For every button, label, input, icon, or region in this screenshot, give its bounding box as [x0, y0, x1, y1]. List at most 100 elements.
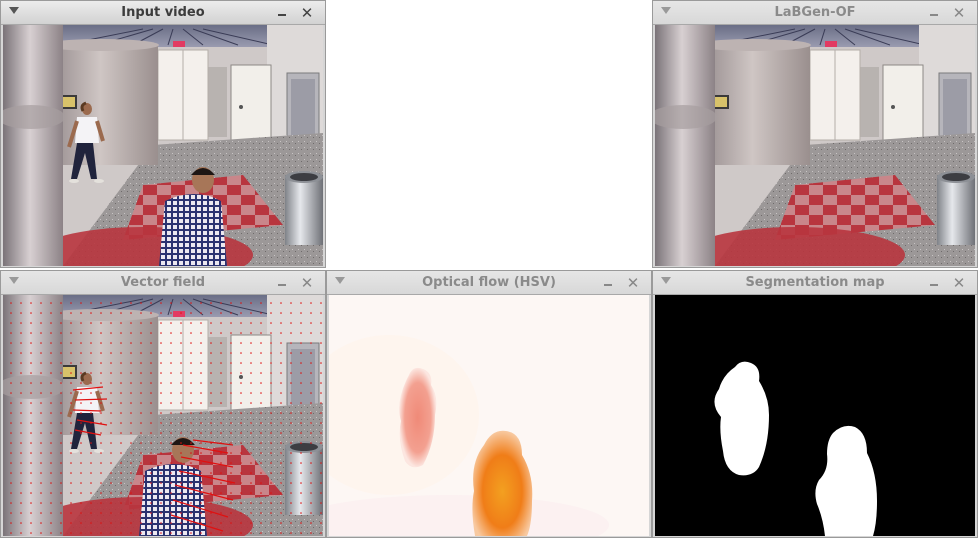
vector-dot: [20, 522, 22, 524]
vector-dot: [160, 302, 162, 304]
vector-dot: [50, 352, 52, 354]
vector-dot: [70, 312, 72, 314]
vector-dot: [260, 322, 262, 324]
vector-dot: [20, 352, 22, 354]
close-icon[interactable]: ✕: [299, 275, 315, 291]
vector-dot: [50, 412, 52, 414]
vector-dot: [310, 472, 312, 474]
titlebar[interactable]: Vector field ✕: [1, 271, 325, 295]
titlebar[interactable]: Optical flow (HSV) ✕: [327, 271, 651, 295]
vector-dot: [250, 452, 252, 454]
minimize-icon[interactable]: [275, 6, 289, 20]
vector-dot: [190, 332, 192, 334]
window-vector-field[interactable]: Vector field ✕: [0, 270, 326, 538]
vector-dot: [310, 402, 312, 404]
window-labgen-of[interactable]: LaBGen-OF ✕: [652, 0, 978, 268]
vector-dot: [270, 392, 272, 394]
vector-dot: [140, 522, 142, 524]
close-icon[interactable]: ✕: [299, 5, 315, 21]
vector-dot: [180, 392, 182, 394]
vector-dot: [10, 402, 12, 404]
vector-dot: [320, 502, 322, 504]
vector-dot: [200, 432, 202, 434]
vector-dot: [320, 512, 322, 514]
vector-dot: [80, 362, 82, 364]
vector-dot: [170, 482, 172, 484]
vector-dot: [130, 512, 132, 514]
close-icon[interactable]: ✕: [951, 5, 967, 21]
close-icon[interactable]: ✕: [951, 275, 967, 291]
window-input-video[interactable]: Input video ✕: [0, 0, 326, 268]
vector-dot: [100, 412, 102, 414]
vector-dot: [20, 512, 22, 514]
vector-dot: [180, 462, 182, 464]
vector-dot: [130, 332, 132, 334]
vector-dot: [220, 332, 222, 334]
vector-dot: [240, 422, 242, 424]
vector-dot: [280, 392, 282, 394]
vector-dot: [30, 322, 32, 324]
vector-dot: [120, 392, 122, 394]
vector-dot: [110, 402, 112, 404]
vector-dot: [110, 332, 112, 334]
vector-dot: [230, 392, 232, 394]
vector-dot: [280, 372, 282, 374]
vector-dot: [20, 422, 22, 424]
minimize-icon[interactable]: [601, 276, 615, 290]
vector-dot: [270, 312, 272, 314]
vector-dot: [170, 362, 172, 364]
vector-dot: [230, 432, 232, 434]
vector-dot: [120, 312, 122, 314]
vector-dot: [210, 362, 212, 364]
vector-dot: [70, 362, 72, 364]
vector-dot: [70, 302, 72, 304]
vector-dot: [110, 342, 112, 344]
vector-dot: [100, 302, 102, 304]
vector-dot: [20, 472, 22, 474]
vector-dot: [160, 312, 162, 314]
vector-dot: [210, 402, 212, 404]
vector-dot: [190, 512, 192, 514]
vector-dot: [120, 332, 122, 334]
titlebar[interactable]: LaBGen-OF ✕: [653, 1, 977, 25]
vector-dot: [210, 522, 212, 524]
minimize-icon[interactable]: [275, 276, 289, 290]
vector-dot: [230, 522, 232, 524]
vector-dot: [270, 302, 272, 304]
window-segmentation-map[interactable]: Segmentation map ✕: [652, 270, 978, 538]
vector-dot: [190, 342, 192, 344]
vector-dot: [180, 472, 182, 474]
vector-dot: [80, 352, 82, 354]
vector-dot: [230, 412, 232, 414]
vector-dot: [50, 472, 52, 474]
vector-dot: [300, 422, 302, 424]
vector-dot: [240, 402, 242, 404]
vector-dot: [210, 532, 212, 534]
vector-dot: [130, 362, 132, 364]
vector-dot: [170, 392, 172, 394]
titlebar[interactable]: Input video ✕: [1, 1, 325, 25]
vector-dot: [80, 472, 82, 474]
vector-dot: [240, 432, 242, 434]
window-optical-flow[interactable]: Optical flow (HSV) ✕: [326, 270, 652, 538]
vector-dot: [100, 342, 102, 344]
vector-dot: [40, 372, 42, 374]
vector-dot: [240, 512, 242, 514]
titlebar[interactable]: Segmentation map ✕: [653, 271, 977, 295]
minimize-icon[interactable]: [927, 276, 941, 290]
vector-dot: [280, 342, 282, 344]
vector-dot: [30, 362, 32, 364]
close-icon[interactable]: ✕: [625, 275, 641, 291]
minimize-icon[interactable]: [927, 6, 941, 20]
vector-dot: [190, 432, 192, 434]
vector-dot: [260, 342, 262, 344]
vector-dot: [190, 382, 192, 384]
vector-dot: [210, 312, 212, 314]
vector-dot: [80, 502, 82, 504]
vector-dot: [130, 422, 132, 424]
vector-dot: [30, 472, 32, 474]
vector-dot: [10, 502, 12, 504]
vector-dot: [320, 412, 322, 414]
vector-dot: [40, 382, 42, 384]
vector-dot: [20, 382, 22, 384]
